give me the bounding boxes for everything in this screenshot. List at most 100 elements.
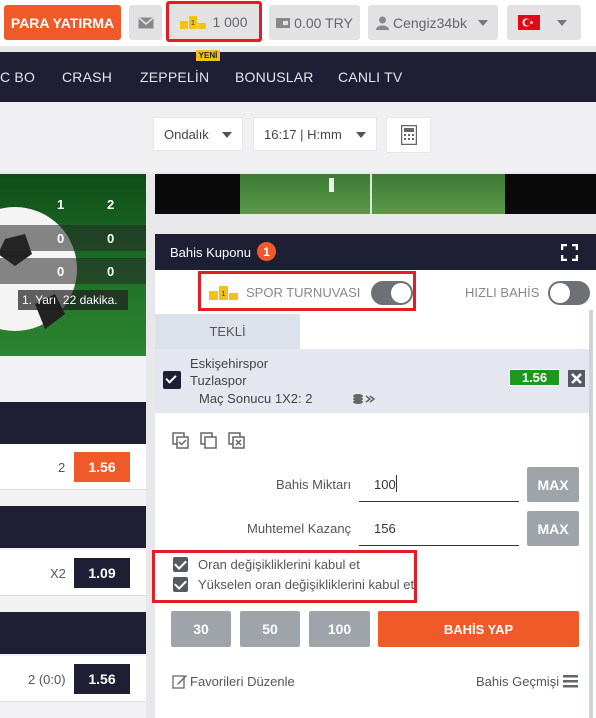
bet-history-label: Bahis Geçmişi — [476, 673, 560, 689]
balance-value: 0.00 TRY — [294, 14, 353, 31]
market-row[interactable]: 2 (0:0) 1.56 — [0, 656, 146, 702]
live-scoreboard: 1 2 0 0 0 0 1. Yarı 22 dakika. — [0, 174, 146, 356]
accept-changes-label: Oran değişikliklerini kabul et — [198, 557, 360, 572]
market-header — [0, 506, 146, 548]
score-team2-half1: 0 — [57, 264, 65, 279]
coupon-count-badge: 1 — [257, 242, 276, 261]
chevron-down-icon — [557, 20, 567, 26]
nav-item-bonuses[interactable]: BONUSLAR — [235, 69, 314, 85]
deposit-button[interactable]: PARA YATIRMA — [4, 5, 121, 40]
market-label: 2 (0:0) — [28, 672, 66, 687]
market-row[interactable]: 2 1.56 — [0, 444, 146, 490]
odds-format-value: Ondalık — [164, 126, 209, 142]
wallet-icon — [276, 17, 291, 28]
coupon-header: Bahis Kuponu 1 — [155, 234, 596, 270]
user-icon — [376, 16, 389, 30]
balance-chip[interactable]: 0.00 TRY — [269, 5, 360, 40]
tab-empty — [300, 314, 592, 349]
quick-amount-100[interactable]: 100 — [309, 611, 370, 647]
odds-format-select[interactable]: Ondalık — [153, 117, 243, 151]
remove-selection-button[interactable] — [568, 370, 585, 387]
new-badge: YENİ — [196, 50, 220, 61]
stake-input[interactable]: 100 — [359, 467, 519, 502]
svg-text:1: 1 — [192, 20, 196, 27]
expand-icon[interactable] — [561, 244, 578, 261]
score-header-1: 1 — [57, 197, 65, 212]
potential-win-value: 156 — [374, 521, 396, 536]
column-gutter — [146, 174, 155, 718]
podium-icon: 1 — [180, 15, 207, 29]
username: Cengiz34bk — [393, 14, 467, 31]
score-team1-half1: 0 — [57, 231, 65, 246]
market-name: Maç Sonucu 1X2: 2 — [199, 391, 313, 406]
calculator-icon — [400, 125, 417, 145]
copy-icon[interactable] — [200, 432, 217, 449]
edit-icon — [172, 675, 187, 689]
accept-changes-checkbox[interactable] — [173, 557, 188, 572]
market-row[interactable]: X2 1.09 — [0, 550, 146, 596]
selection-checkbox[interactable] — [163, 371, 181, 389]
tournament-points-chip[interactable]: 1 1 000 — [166, 1, 262, 42]
market-header — [0, 402, 146, 444]
main-nav: C BO CRASH ZEPPELİN BONUSLAR CANLI TV — [0, 52, 596, 102]
tournament-toggle[interactable] — [371, 281, 413, 305]
mail-icon — [138, 16, 153, 28]
tab-single[interactable]: TEKLİ — [155, 314, 300, 349]
potential-win-field: 156 — [359, 511, 519, 546]
copy-remove-icon[interactable] — [228, 432, 245, 449]
match-status: 1. Yarı 22 dakika. — [22, 293, 118, 307]
time-format-select[interactable]: 16:17 | H:mm — [253, 117, 377, 151]
nav-item-crash[interactable]: CRASH — [62, 69, 112, 85]
stake-label: Bahis Miktarı — [276, 477, 352, 492]
messages-button[interactable] — [129, 5, 162, 40]
menu-icon — [563, 675, 579, 688]
markets-list: 2 1.56 X2 1.09 2 (0:0) 1.56 — [0, 356, 146, 718]
odd-button[interactable]: 1.56 — [74, 452, 130, 482]
market-label: X2 — [50, 566, 66, 581]
copy-check-icon[interactable] — [172, 432, 189, 449]
chevron-down-icon — [222, 132, 232, 138]
quick-bet-label: HIZLI BAHİS — [465, 285, 540, 300]
team-home: Eskişehirspor — [190, 356, 269, 371]
quick-amount-30[interactable]: 30 — [171, 611, 231, 647]
bet-selection: Eskişehirspor Tuzlaspor Maç Sonucu 1X2: … — [155, 349, 592, 413]
time-format-value: 16:17 | H:mm — [264, 126, 342, 142]
accept-increases-label: Yükselen oran değişikliklerini kabul et — [198, 577, 415, 592]
svg-text:1: 1 — [222, 291, 226, 298]
bet-history-link[interactable]: Bahis Geçmişi — [476, 672, 579, 690]
score-team2-half2: 0 — [107, 264, 115, 279]
market-header — [0, 612, 146, 654]
edit-favorites-link[interactable]: Favorileri Düzenle — [172, 672, 295, 690]
stake-value: 100 — [374, 477, 396, 492]
user-menu[interactable]: Cengiz34bk — [368, 5, 498, 40]
calculator-button[interactable] — [386, 117, 431, 153]
nav-item-cbo[interactable]: C BO — [0, 69, 35, 85]
score-team1-half2: 0 — [107, 231, 115, 246]
quick-amount-50[interactable]: 50 — [240, 611, 300, 647]
nav-item-zeppelin[interactable]: ZEPPELİN — [140, 69, 209, 85]
potential-win-label: Muhtemel Kazanç — [247, 521, 352, 536]
win-max-button[interactable]: MAX — [527, 511, 579, 546]
selection-odd: 1.56 — [509, 369, 560, 386]
coupon-scrollbar[interactable] — [589, 310, 593, 718]
team-away: Tuzlaspor — [190, 373, 247, 388]
quick-bet-toggle[interactable] — [548, 281, 590, 305]
accept-increases-checkbox[interactable] — [173, 577, 188, 592]
language-selector[interactable] — [507, 5, 581, 40]
stake-max-button[interactable]: MAX — [527, 467, 579, 502]
tournament-label: SPOR TURNUVASI — [246, 285, 361, 300]
turkey-flag-icon — [518, 15, 540, 30]
chevron-down-icon — [356, 132, 366, 138]
score-header-2: 2 — [107, 197, 115, 212]
chevron-down-icon — [478, 20, 488, 26]
text-cursor — [396, 475, 397, 492]
odd-button[interactable]: 1.56 — [74, 664, 130, 694]
edit-favorites-label: Favorileri Düzenle — [190, 673, 295, 689]
coins-arrow-icon — [353, 394, 376, 404]
podium-icon: 1 — [209, 286, 238, 300]
odd-button[interactable]: 1.09 — [74, 558, 130, 588]
close-icon — [571, 373, 582, 384]
live-video[interactable] — [155, 174, 596, 214]
nav-item-live-tv[interactable]: CANLI TV — [338, 69, 402, 85]
place-bet-button[interactable]: BAHİS YAP — [378, 611, 579, 647]
